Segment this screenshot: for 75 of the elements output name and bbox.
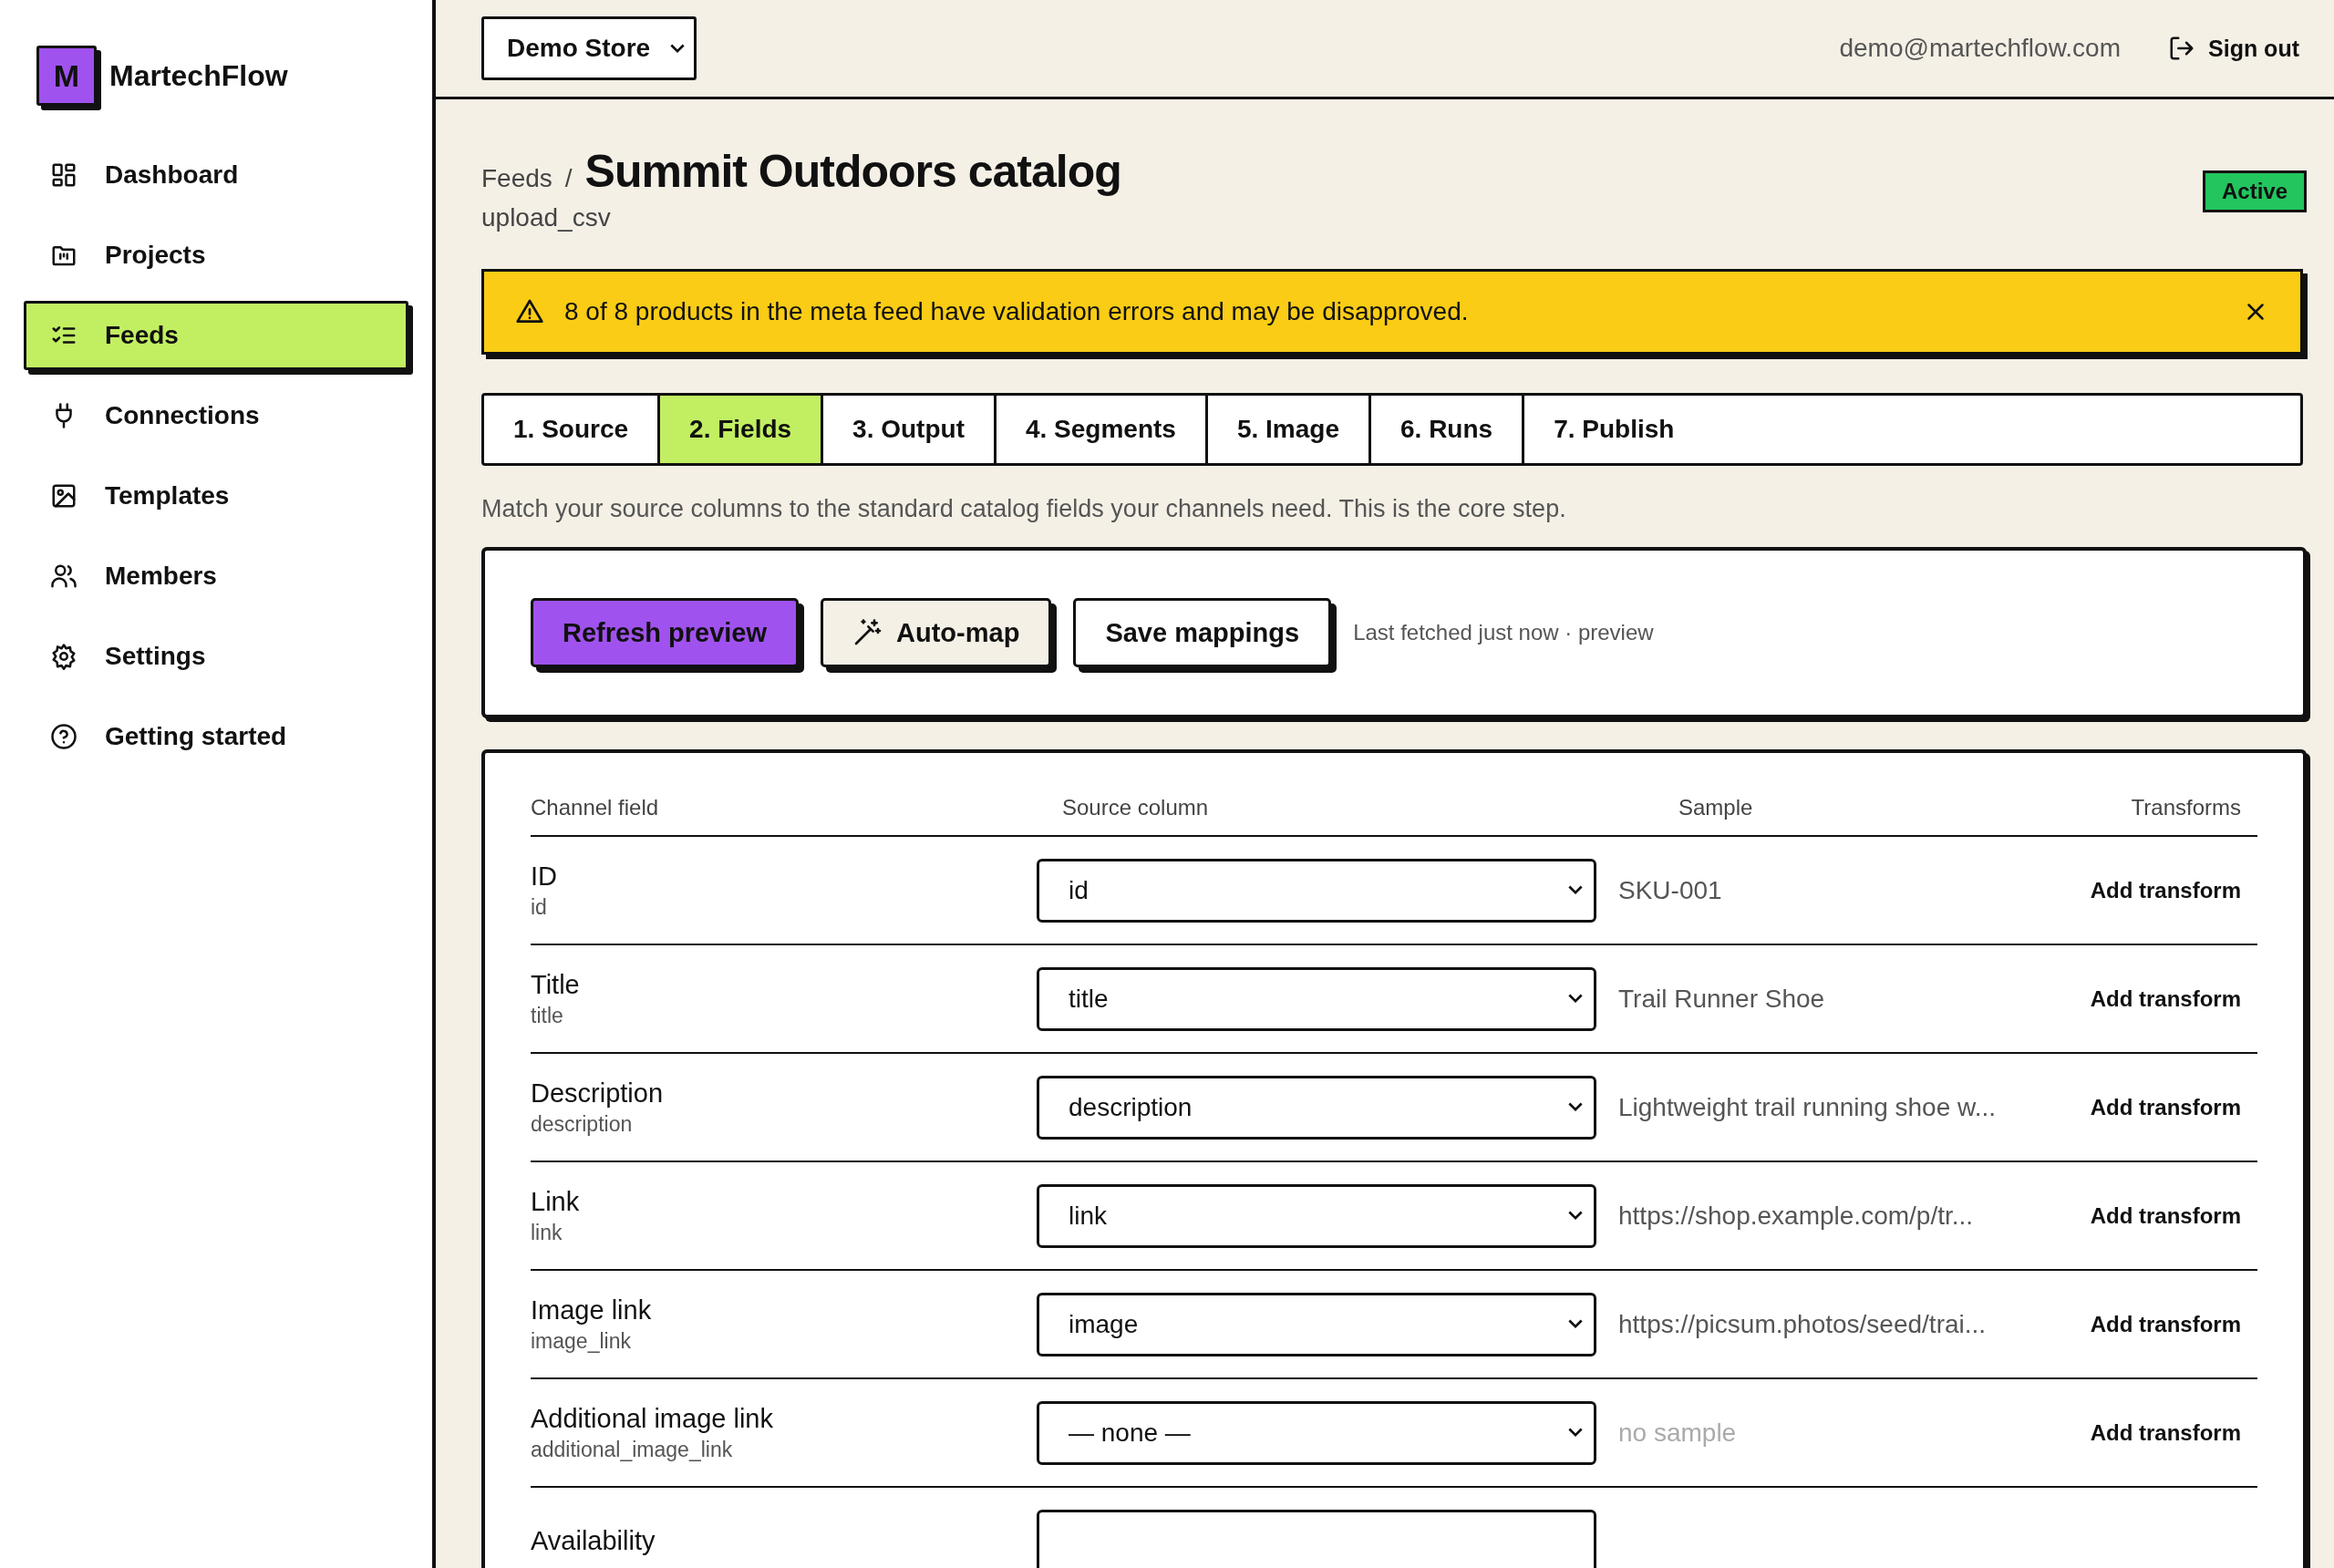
column-header: Transforms	[2130, 795, 2242, 820]
status-badge: Active	[2202, 170, 2307, 212]
sample-value: no sample	[1618, 1418, 1737, 1447]
warning-message: 8 of 8 products in the meta feed have validation errors and may be disapproved.	[564, 297, 1470, 326]
step-tab[interactable]: 4. Segments	[997, 396, 1208, 463]
chevron-down-icon	[1568, 994, 1583, 1004]
source-select[interactable]	[1037, 1509, 1596, 1568]
help-icon	[50, 723, 77, 750]
nav-item[interactable]: Getting started	[24, 702, 408, 771]
step-tab[interactable]: 3. Output	[823, 396, 997, 463]
user-email: demo@martechflow.com	[1839, 34, 2121, 63]
add-transform-link[interactable]: Add transform	[2090, 985, 2241, 1011]
field-key: id	[531, 894, 1037, 920]
sample-value: Trail Runner Shoe	[1618, 984, 1825, 1013]
step-tab[interactable]: 2. Fields	[660, 396, 824, 463]
chevron-down-icon	[1568, 885, 1583, 895]
step-tab[interactable]: 6. Runs	[1371, 396, 1525, 463]
field-name: Link	[531, 1186, 581, 1217]
column-header: Sample	[1678, 795, 1754, 820]
field-key: image_link	[531, 1328, 1037, 1354]
store-select[interactable]: Demo Store	[481, 16, 697, 80]
sample-value: https://shop.example.com/p/tr...	[1618, 1201, 1974, 1230]
step-tab[interactable]: 7. Publish	[1524, 396, 1704, 463]
chevron-down-icon	[1568, 1428, 1583, 1438]
nav-item[interactable]: Dashboard	[24, 140, 408, 210]
field-key: description	[531, 1111, 1037, 1137]
add-transform-link[interactable]: Add transform	[2090, 1419, 2241, 1445]
step-description: Match your source columns to the standard catalog fields your channels need. This is the core step.	[481, 495, 1567, 523]
add-transform-link[interactable]: Add transform	[2090, 1311, 2241, 1336]
feed-source: upload_csv	[481, 203, 612, 232]
nav-item[interactable]: Projects	[24, 221, 408, 290]
settings-icon	[50, 643, 77, 670]
sign-out-icon	[2168, 35, 2195, 62]
field-name: Additional image link	[531, 1403, 774, 1434]
nav-item[interactable]: Settings	[24, 622, 408, 691]
field-name: Description	[531, 1078, 665, 1109]
grid-icon	[50, 161, 77, 189]
users-icon	[50, 562, 77, 590]
image-icon	[50, 482, 77, 510]
nav-item[interactable]: Members	[24, 542, 408, 611]
field-key: additional_image_link	[531, 1437, 1037, 1462]
source-select[interactable]: description	[1037, 1075, 1596, 1140]
nav-item[interactable]: Templates	[24, 461, 408, 531]
chevron-down-icon	[1568, 1102, 1583, 1112]
source-select[interactable]: id	[1037, 858, 1596, 923]
column-header: Source column	[1061, 795, 1210, 820]
column-header: Channel field	[531, 795, 660, 820]
chevron-down-icon	[1568, 1319, 1583, 1329]
sample-value: SKU-001	[1618, 875, 1722, 904]
step-tab[interactable]: 5. Image	[1207, 396, 1371, 463]
page-title: Summit Outdoors catalog	[584, 145, 1121, 198]
field-key: title	[531, 1003, 1037, 1028]
brand-name: MartechFlow	[109, 58, 288, 93]
source-select[interactable]: link	[1037, 1183, 1596, 1248]
source-select[interactable]: title	[1037, 966, 1596, 1031]
source-select[interactable]: — none —	[1037, 1400, 1596, 1465]
nav-item[interactable]: Connections	[24, 381, 408, 450]
fetch-status: Last fetched just now · preview	[1353, 620, 1654, 645]
chevron-down-icon	[670, 43, 686, 54]
sample-value: https://picsum.photos/seed/trai...	[1618, 1309, 1987, 1338]
field-key: link	[531, 1220, 1037, 1245]
breadcrumb-link[interactable]: Feeds	[481, 164, 553, 193]
breadcrumb-separator: /	[564, 164, 573, 193]
field-name: Title	[531, 969, 581, 1000]
field-name: ID	[531, 861, 558, 892]
add-transform-link[interactable]: Add transform	[2090, 1202, 2241, 1228]
sign-out-button[interactable]: Sign out	[2168, 35, 2299, 62]
source-select[interactable]: image	[1037, 1292, 1596, 1357]
add-transform-link[interactable]: Add transform	[2090, 877, 2241, 903]
field-name: Availability	[531, 1526, 656, 1556]
sample-value: Lightweight trail running shoe w...	[1618, 1092, 1997, 1121]
chevron-down-icon	[1568, 1211, 1583, 1221]
magic-wand-icon	[852, 618, 883, 647]
field-name: Image link	[531, 1295, 653, 1326]
add-transform-link[interactable]: Add transform	[2090, 1094, 2241, 1119]
